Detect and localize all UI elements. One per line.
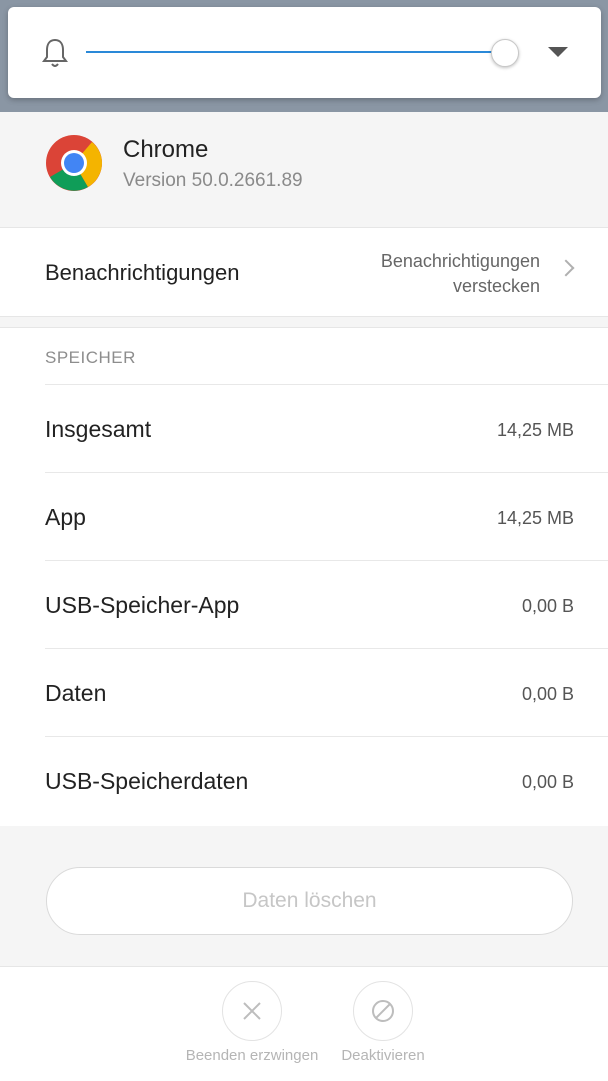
notifications-value: Benachrichtigungen verstecken: [320, 249, 540, 299]
chevron-right-icon: [557, 259, 575, 277]
disable-label: Deaktivieren: [341, 1047, 425, 1064]
storage-row-usb-data: USB-Speicherdaten 0,00 B: [45, 736, 608, 825]
notifications-row[interactable]: Benachrichtigungen Benachrichtigungen ve…: [0, 227, 608, 317]
clear-data-button[interactable]: Daten löschen: [46, 867, 573, 935]
storage-value: 0,00 B: [521, 772, 574, 792]
storage-label: Insgesamt: [45, 416, 152, 442]
storage-row-usb-app: USB-Speicher-App 0,00 B: [45, 560, 608, 649]
force-stop-button[interactable]: Beenden erzwingen: [177, 981, 327, 1064]
chrome-logo-icon: [46, 135, 102, 191]
clear-data-area: Daten löschen: [0, 826, 608, 954]
storage-value: 0,00 B: [521, 596, 574, 616]
notifications-label: Benachrichtigungen: [45, 260, 240, 285]
app-name: Chrome: [123, 136, 209, 163]
storage-section: SPEICHER Insgesamt 14,25 MB App 14,25 MB…: [0, 327, 608, 826]
bottom-actions: Beenden erzwingen Deaktivieren: [0, 966, 608, 1081]
volume-slider-thumb[interactable]: [491, 39, 519, 67]
disable-button[interactable]: Deaktivieren: [308, 981, 458, 1064]
storage-value: 14,25 MB: [496, 508, 574, 528]
storage-label: App: [45, 504, 86, 530]
close-icon: [222, 981, 282, 1041]
storage-value: 14,25 MB: [496, 420, 574, 440]
chevron-down-icon[interactable]: [548, 47, 568, 57]
storage-value: 0,00 B: [521, 684, 574, 704]
force-stop-label: Beenden erzwingen: [185, 1047, 319, 1064]
disable-icon: [353, 981, 413, 1041]
app-header: Chrome Version 50.0.2661.89: [0, 112, 608, 226]
notifications-value-line1: Benachrichtigungen: [380, 251, 540, 271]
storage-label: USB-Speicher-App: [45, 592, 240, 618]
storage-row-data: Daten 0,00 B: [45, 648, 608, 737]
storage-label: USB-Speicherdaten: [45, 768, 249, 794]
storage-label: Daten: [45, 680, 107, 706]
volume-panel: [8, 7, 601, 98]
section-title: SPEICHER: [45, 348, 136, 367]
volume-slider-track[interactable]: [86, 51, 504, 53]
app-version: Version 50.0.2661.89: [123, 170, 303, 191]
storage-row-app: App 14,25 MB: [45, 472, 608, 561]
bell-icon[interactable]: [40, 37, 70, 69]
notifications-value-line2: verstecken: [452, 276, 540, 296]
storage-row-total: Insgesamt 14,25 MB: [45, 384, 608, 473]
